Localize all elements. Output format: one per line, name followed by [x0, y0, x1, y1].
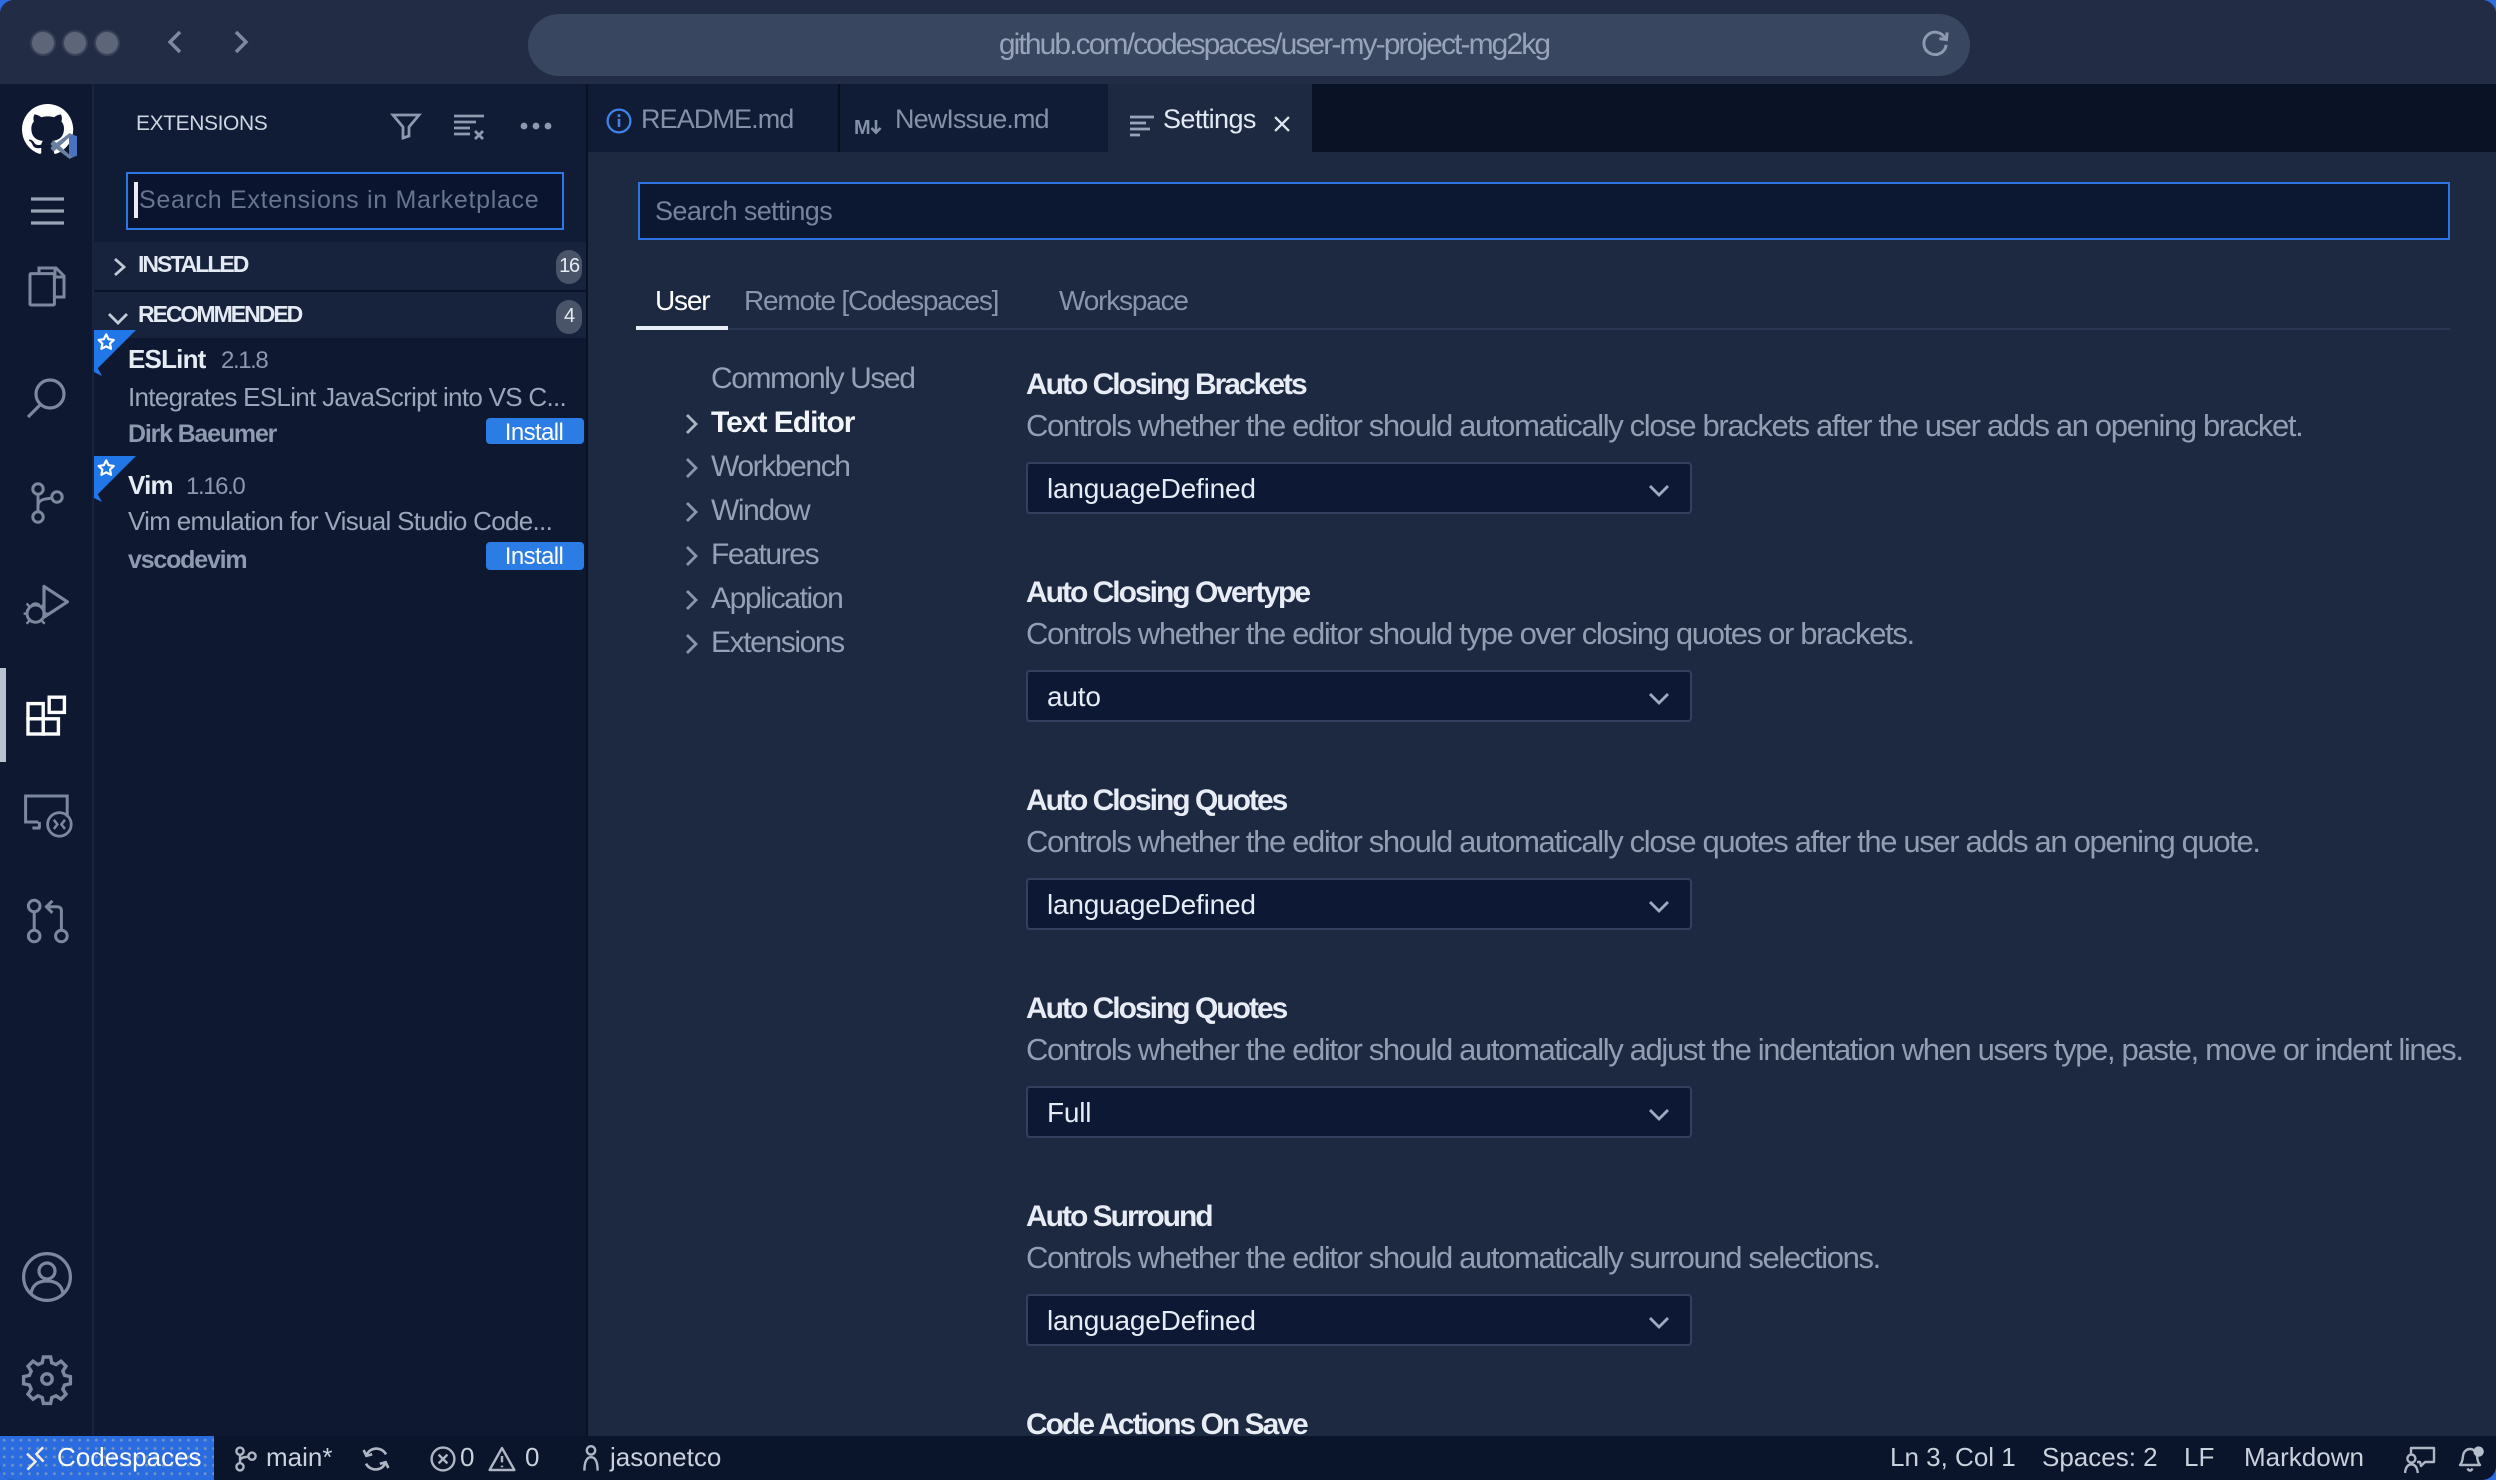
- svg-text:M: M: [854, 117, 871, 139]
